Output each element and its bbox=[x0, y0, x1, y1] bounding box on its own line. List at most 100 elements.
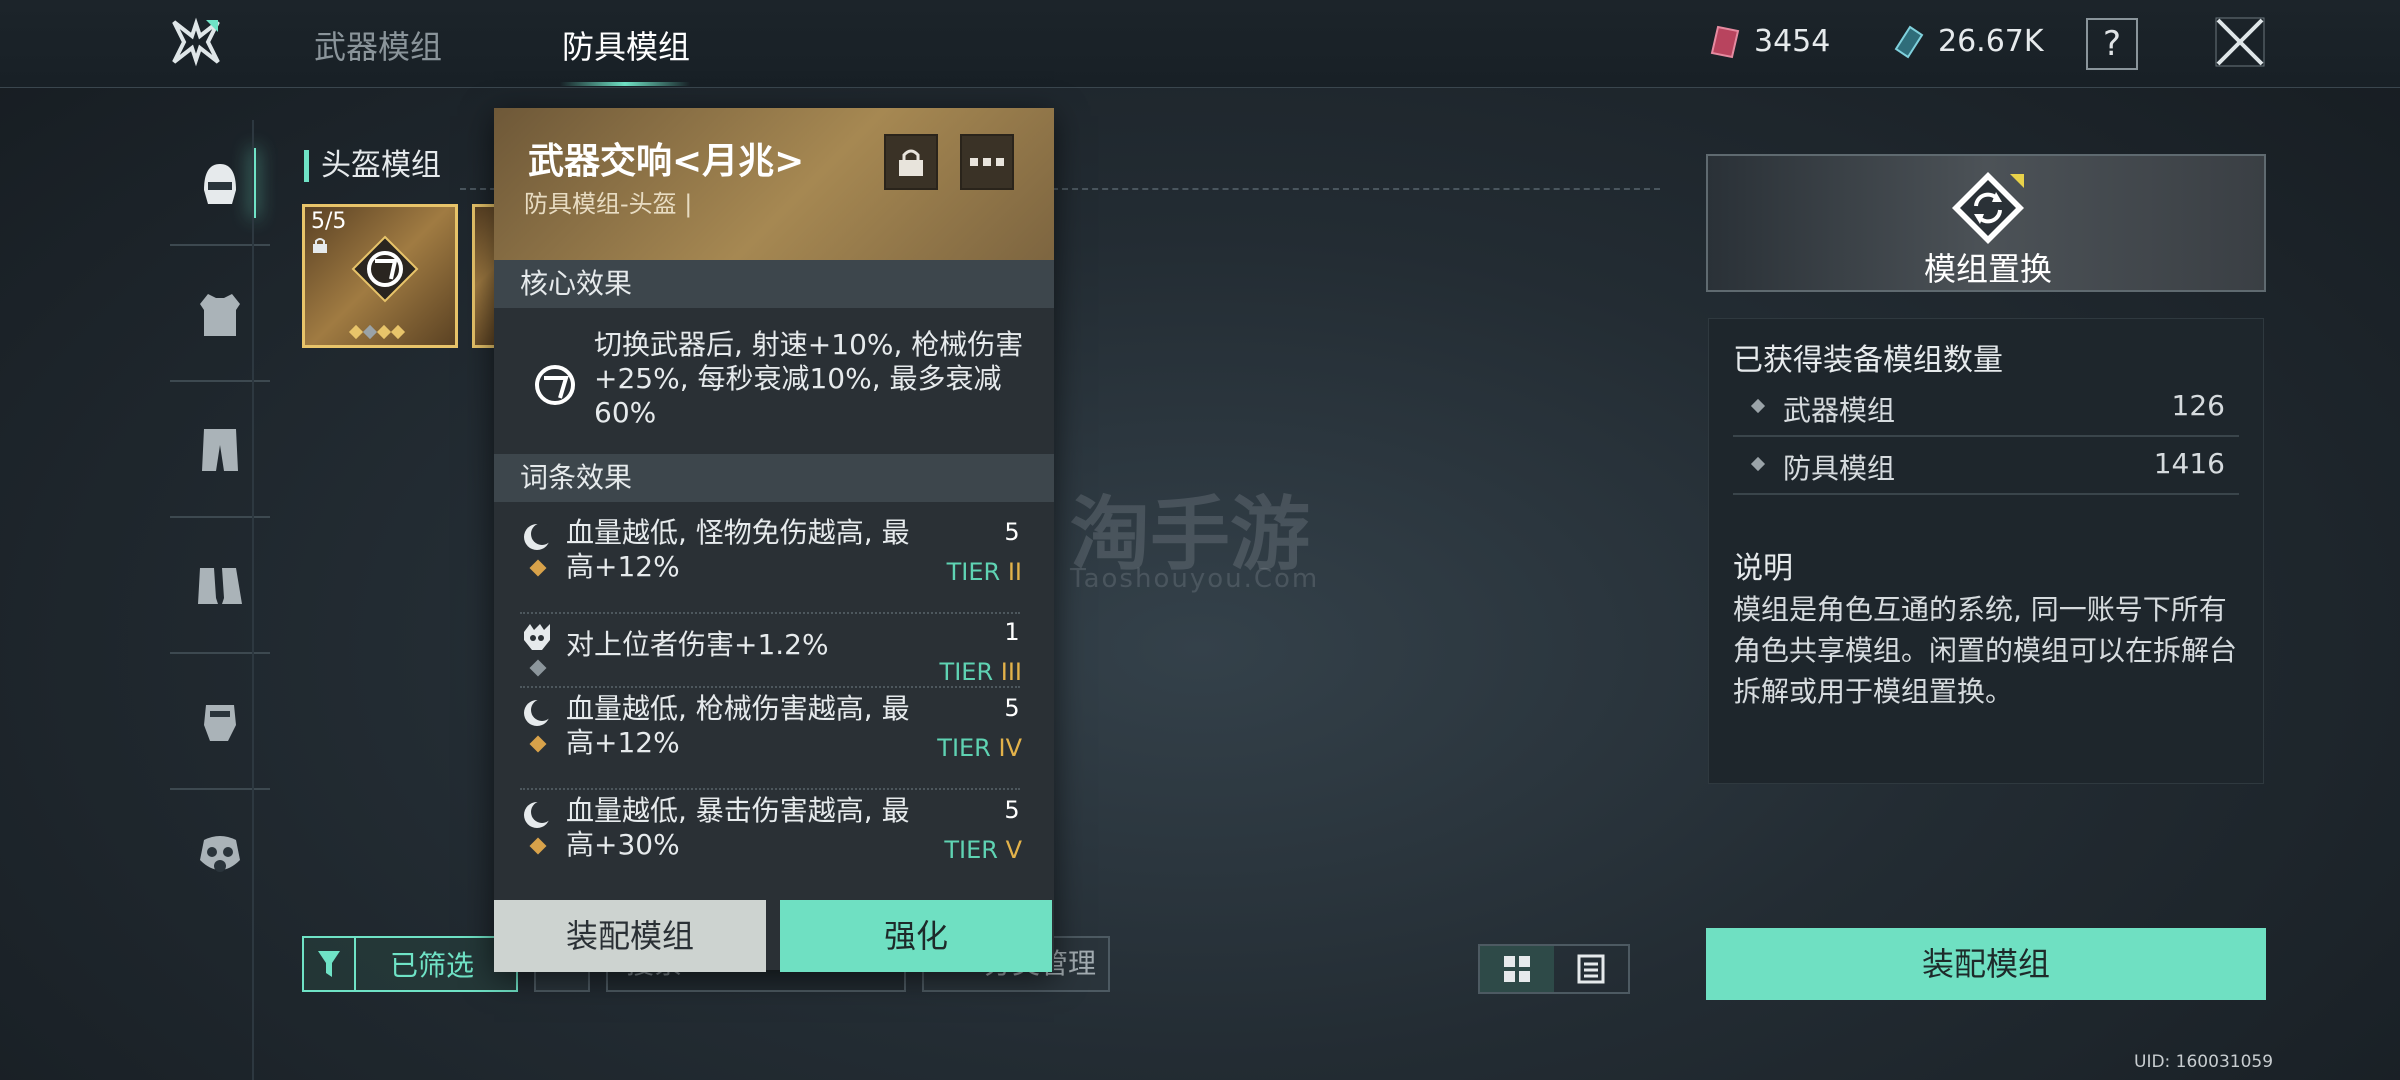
affix-tier: TIER III bbox=[939, 658, 1022, 686]
affix-level: 5 bbox=[996, 794, 1028, 826]
list-view-icon bbox=[1577, 954, 1605, 984]
boots-icon bbox=[198, 568, 242, 604]
affix-row: 血量越低, 暴击伤害越高, 最高+30% 5 TIER V bbox=[520, 794, 1034, 890]
gloves-icon bbox=[204, 705, 236, 741]
affix-text: 对上位者伤害+1.2% bbox=[566, 628, 829, 661]
mod-card[interactable]: 5/5 bbox=[302, 204, 458, 348]
affix-separator bbox=[520, 612, 1020, 614]
stats-row-weapon: 武器模组 126 bbox=[1733, 379, 2239, 437]
lock-icon bbox=[899, 149, 923, 176]
enhance-button[interactable]: 强化 bbox=[780, 900, 1052, 972]
affix-text: 血量越低, 暴击伤害越高, 最高+30% bbox=[566, 794, 910, 861]
currency-red: 3454 bbox=[1710, 24, 1830, 59]
filter-label: 已筛选 bbox=[390, 949, 475, 982]
core-effect-icon bbox=[535, 365, 575, 405]
stats-value: 126 bbox=[2171, 389, 2225, 422]
red-crystal-icon bbox=[1710, 25, 1740, 58]
mod-upgrade-count: 5/5 bbox=[311, 209, 347, 234]
refresh-icon bbox=[1952, 172, 2024, 244]
helmet-icon bbox=[204, 164, 236, 204]
filter-button[interactable]: 已筛选 bbox=[302, 936, 518, 992]
mod-emblem-icon bbox=[351, 235, 419, 303]
tab-weapon-mods[interactable]: 武器模组 bbox=[314, 22, 442, 68]
mod-detail-popup: 武器交响<月兆> 防具模组-头盔 | 核心效果 切换武器后, 射速+10%, 枪… bbox=[494, 108, 1054, 970]
active-tab-indicator bbox=[560, 82, 690, 86]
affix-level: 1 bbox=[996, 616, 1028, 648]
equip-mod-button[interactable]: 装配模组 bbox=[1706, 928, 2266, 1000]
user-id: UID: 160031059 bbox=[2134, 1052, 2274, 1072]
popup-header: 武器交响<月兆> 防具模组-头盔 | bbox=[494, 108, 1054, 260]
mod-replace-label: 模组置换 bbox=[1923, 250, 2052, 288]
description-title: 说明 bbox=[1733, 551, 1793, 586]
teal-crystal-icon bbox=[1894, 25, 1924, 58]
skull-icon bbox=[524, 624, 550, 650]
mod-replace-card[interactable]: 模组置换 bbox=[1706, 154, 2266, 292]
pants-icon bbox=[202, 429, 238, 471]
game-logo-icon bbox=[172, 17, 220, 67]
affix-diamond bbox=[529, 559, 547, 577]
grid-view-icon bbox=[1504, 956, 1530, 982]
description-text: 模组是角色互通的系统, 同一账号下所有角色共享模组。闲置的模组可以在拆解台拆解或… bbox=[1733, 593, 2238, 708]
mask-icon bbox=[200, 836, 240, 872]
sidebar-item-pants[interactable] bbox=[160, 385, 280, 515]
affix-separator bbox=[520, 788, 1020, 790]
affix-row: 对上位者伤害+1.2% 1 TIER III bbox=[520, 616, 1034, 686]
affix-diamond bbox=[529, 837, 547, 855]
core-effect-text: 切换武器后, 射速+10%, 枪械伤害+25%, 每秒衰减10%, 最多衰减60… bbox=[594, 328, 1024, 429]
affix-diamond bbox=[529, 735, 547, 753]
mod-rarity-dots bbox=[348, 324, 406, 340]
stats-row-armor: 防具模组 1416 bbox=[1733, 437, 2239, 495]
help-button[interactable]: ? bbox=[2086, 18, 2138, 70]
affix-text: 血量越低, 怪物免伤越高, 最高+12% bbox=[566, 516, 910, 583]
sidebar-item-gloves[interactable] bbox=[160, 655, 280, 785]
affix-tier: TIER II bbox=[946, 558, 1022, 586]
view-toggle[interactable] bbox=[1478, 944, 1630, 994]
close-icon[interactable] bbox=[2212, 14, 2268, 70]
core-effect-header: 核心效果 bbox=[494, 260, 1054, 308]
affix-tier: TIER V bbox=[944, 836, 1022, 864]
more-options-button[interactable] bbox=[960, 134, 1014, 190]
watermark-sub: Taoshouyou.Com bbox=[1070, 564, 1320, 594]
lock-button[interactable] bbox=[884, 134, 938, 190]
affix-tier: TIER IV bbox=[937, 734, 1022, 762]
stats-name: 防具模组 bbox=[1783, 452, 1896, 485]
sidebar-item-helmet[interactable] bbox=[160, 120, 280, 250]
affix-row: 血量越低, 枪械伤害越高, 最高+12% 5 TIER IV bbox=[520, 692, 1034, 788]
affix-effect-header: 词条效果 bbox=[494, 454, 1054, 502]
currency-red-value: 3454 bbox=[1754, 24, 1831, 59]
stats-header: 已获得装备模组数量 bbox=[1733, 343, 2003, 378]
affix-text: 血量越低, 枪械伤害越高, 最高+12% bbox=[566, 692, 910, 759]
lock-icon bbox=[313, 238, 327, 253]
moon-icon bbox=[524, 699, 553, 726]
list-view-button[interactable] bbox=[1554, 946, 1628, 992]
sidebar-item-boots[interactable] bbox=[160, 520, 280, 650]
sidebar-border bbox=[252, 120, 254, 1080]
equipment-slot-sidebar bbox=[160, 120, 280, 920]
stats-name: 武器模组 bbox=[1783, 394, 1896, 427]
sidebar-divider bbox=[170, 244, 270, 246]
affix-level: 5 bbox=[996, 516, 1028, 548]
currency-teal: 26.67K bbox=[1894, 24, 2044, 59]
popup-equip-button[interactable]: 装配模组 bbox=[494, 900, 766, 972]
mod-stats-panel: 已获得装备模组数量 武器模组 126 防具模组 1416 说明 模组是角色互通的… bbox=[1708, 318, 2264, 784]
moon-icon bbox=[524, 801, 553, 828]
armor-icon bbox=[200, 294, 240, 336]
sidebar-item-armor[interactable] bbox=[160, 250, 280, 380]
grid-view-button[interactable] bbox=[1480, 946, 1554, 992]
affix-level: 5 bbox=[996, 692, 1028, 724]
sidebar-divider bbox=[170, 380, 270, 382]
affix-separator bbox=[520, 686, 1020, 688]
popup-subtitle: 防具模组-头盔 | bbox=[524, 190, 693, 218]
top-bar: 武器模组 防具模组 3454 26.67K ? bbox=[0, 0, 2400, 88]
currency-teal-value: 26.67K bbox=[1938, 24, 2044, 59]
affix-diamond bbox=[529, 659, 547, 677]
sidebar-divider bbox=[170, 652, 270, 654]
affix-row: 血量越低, 怪物免伤越高, 最高+12% 5 TIER II bbox=[520, 516, 1034, 612]
stats-value: 1416 bbox=[2153, 447, 2225, 480]
mod-card-partial[interactable] bbox=[472, 204, 496, 348]
moon-icon bbox=[524, 523, 553, 550]
tab-armor-mods[interactable]: 防具模组 bbox=[562, 22, 690, 68]
sidebar-item-mask[interactable] bbox=[160, 790, 280, 920]
section-title: 头盔模组 bbox=[304, 150, 441, 182]
popup-title: 武器交响<月兆> bbox=[528, 141, 805, 182]
